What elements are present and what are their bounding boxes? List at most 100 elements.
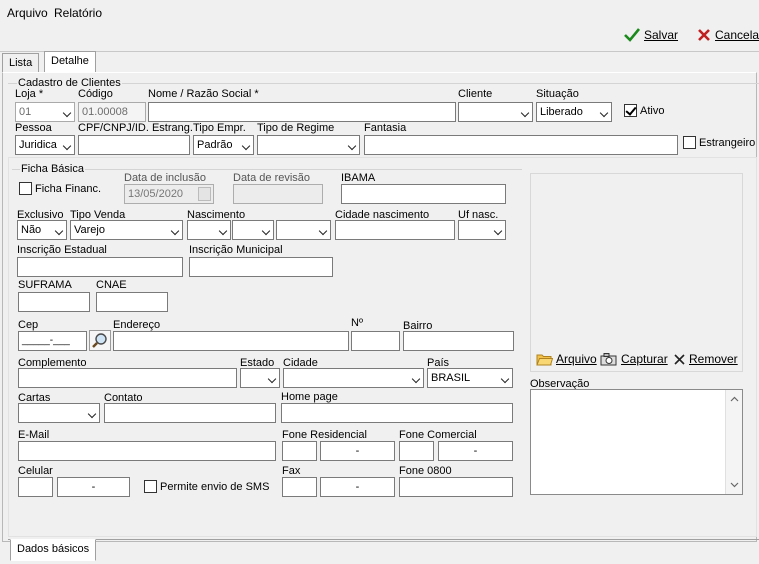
situacao-select[interactable]: Liberado	[536, 102, 612, 122]
cancel-button[interactable]: Cancelar	[697, 28, 759, 42]
scroll-down-icon	[730, 482, 739, 488]
insc-municipal-label: Inscrição Municipal	[189, 244, 283, 256]
ibama-label: IBAMA	[341, 172, 376, 184]
save-button[interactable]: Salvar	[624, 28, 678, 42]
insc-estadual-label: Inscrição Estadual	[17, 244, 107, 256]
toolbar-divider	[0, 51, 759, 52]
photo-capturar-label: Capturar	[621, 352, 668, 366]
photo-remover-button[interactable]: Remover	[673, 352, 738, 366]
camera-icon	[600, 353, 617, 366]
nascimento-month-select[interactable]	[232, 220, 274, 240]
suframa-label: SUFRAMA	[18, 279, 72, 291]
photo-remover-label: Remover	[689, 352, 738, 366]
uf-nasc-select[interactable]	[458, 220, 506, 240]
ficha-financ-checkbox[interactable]	[19, 182, 32, 195]
endereco-label: Endereço	[113, 319, 161, 331]
fantasia-field[interactable]	[364, 135, 678, 155]
ficha-group-title: Ficha Básica	[20, 163, 85, 175]
menu-arquivo[interactable]: Arquivo	[7, 6, 48, 20]
nascimento-day-select[interactable]	[187, 220, 231, 240]
tipo-regime-label: Tipo de Regime	[257, 122, 335, 134]
celular-label: Celular	[18, 465, 53, 477]
tab-lista[interactable]: Lista	[2, 53, 40, 73]
cliente-select[interactable]	[458, 102, 533, 122]
photo-arquivo-label: Arquivo	[556, 352, 597, 366]
email-label: E-Mail	[18, 429, 50, 441]
numero-label: Nº	[351, 317, 363, 329]
nome-field[interactable]	[148, 102, 456, 122]
sms-label: Permite envio de SMS	[160, 481, 270, 493]
tab-dados-basicos[interactable]: Dados básicos	[10, 539, 97, 561]
ibama-field[interactable]	[341, 184, 506, 204]
exclusivo-select[interactable]: Não	[17, 220, 67, 240]
celular-number-field[interactable]: -	[57, 477, 130, 497]
photo-capturar-button[interactable]: Capturar	[600, 352, 668, 366]
check-icon	[624, 28, 640, 42]
observacao-textarea[interactable]	[530, 389, 743, 495]
ativo-checkbox[interactable]	[624, 104, 637, 117]
photo-arquivo-button[interactable]: Arquivo	[536, 352, 597, 366]
celular-ddd-field[interactable]	[18, 477, 53, 497]
complemento-field[interactable]	[18, 368, 237, 388]
save-label: Salvar	[644, 28, 679, 42]
cidade-select[interactable]	[283, 368, 424, 388]
tab-detalhe[interactable]: Detalhe	[44, 51, 96, 73]
observacao-scrollbar[interactable]	[725, 390, 742, 494]
ativo-label: Ativo	[640, 105, 665, 117]
codigo-field[interactable]: 01.00008	[78, 102, 146, 122]
estrangeiro-label: Estrangeiro	[699, 137, 756, 149]
estrangeiro-checkbox[interactable]	[683, 136, 696, 149]
cep-search-button[interactable]	[89, 330, 111, 351]
data-inclusao-field[interactable]: 13/05/2020	[124, 184, 214, 204]
magnifier-icon	[92, 333, 107, 348]
cep-field[interactable]: _____-___	[18, 331, 87, 351]
nome-label: Nome / Razão Social *	[148, 88, 259, 100]
pessoa-select[interactable]: Juridica	[15, 135, 75, 155]
nascimento-year-select[interactable]	[276, 220, 331, 240]
situacao-label: Situação	[536, 88, 579, 100]
fone-res-number-field[interactable]: -	[320, 441, 395, 461]
pais-select[interactable]: BRASIL	[427, 368, 513, 388]
folder-icon	[536, 354, 553, 365]
homepage-label: Home page	[281, 391, 338, 403]
close-icon	[698, 29, 710, 41]
contato-field[interactable]	[104, 403, 276, 423]
fone0800-field[interactable]	[399, 477, 513, 497]
estado-select[interactable]	[240, 368, 280, 388]
fax-number-field[interactable]: -	[320, 477, 395, 497]
fantasia-label: Fantasia	[364, 122, 407, 134]
fone-com-label: Fone Comercial	[399, 429, 477, 441]
bairro-field[interactable]	[403, 331, 514, 351]
endereco-field[interactable]	[113, 331, 349, 351]
data-revisao-label: Data de revisão	[233, 172, 311, 184]
cidade-nasc-field[interactable]	[335, 220, 455, 240]
remove-icon	[674, 353, 685, 365]
homepage-field[interactable]	[281, 403, 513, 423]
fax-ddd-field[interactable]	[282, 477, 317, 497]
numero-field[interactable]	[351, 331, 400, 351]
suframa-field[interactable]	[18, 292, 90, 312]
data-inclusao-value: 13/05/2020	[128, 188, 184, 200]
tipo-regime-select[interactable]	[257, 135, 360, 155]
sms-checkbox[interactable]	[144, 480, 157, 493]
loja-label: Loja *	[15, 88, 44, 100]
cartas-select[interactable]	[18, 403, 100, 423]
tipo-empr-select[interactable]: Padrão	[193, 135, 254, 155]
fone-com-ddd-field[interactable]	[399, 441, 434, 461]
calendar-dropdown-button[interactable]	[198, 187, 211, 201]
cep-label: Cep	[18, 319, 39, 331]
cnae-field[interactable]	[96, 292, 168, 312]
fone-com-number-field[interactable]: -	[438, 441, 513, 461]
cliente-label: Cliente	[458, 88, 493, 100]
fone-res-ddd-field[interactable]	[282, 441, 317, 461]
loja-select[interactable]: 01	[15, 102, 75, 122]
pessoa-label: Pessoa	[15, 122, 52, 134]
cpf-field[interactable]	[78, 135, 190, 155]
insc-municipal-field[interactable]	[189, 257, 333, 277]
menu-relatorio[interactable]: Relatório	[54, 6, 102, 20]
fone-res-label: Fone Residencial	[282, 429, 367, 441]
email-field[interactable]	[18, 441, 276, 461]
data-revisao-field[interactable]	[233, 184, 323, 204]
insc-estadual-field[interactable]	[17, 257, 183, 277]
tipo-venda-select[interactable]: Varejo	[70, 220, 183, 240]
